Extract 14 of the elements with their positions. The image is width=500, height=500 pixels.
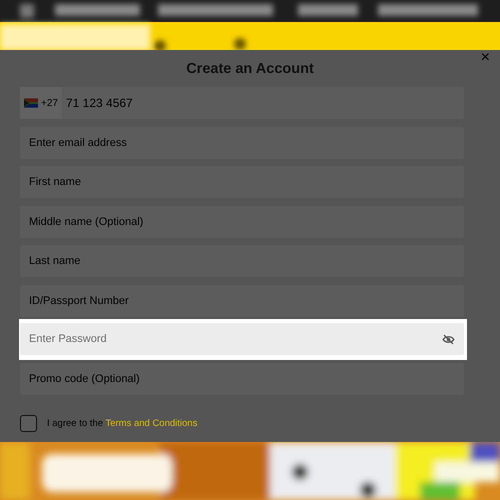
phone-number: 71 123 4567 [66, 96, 133, 110]
phone-field[interactable]: +27 71 123 4567 [20, 87, 464, 119]
input-field[interactable]: Last name [20, 245, 464, 277]
input-field[interactable]: ID/Passport Number [20, 284, 464, 316]
password-field[interactable]: Enter Password [20, 323, 464, 355]
terms-agreement-text: I agree to the Terms and Conditions [47, 418, 198, 429]
country-code-selector[interactable]: +27 [20, 87, 62, 119]
dialog-title: Create an Account [185, 61, 315, 77]
terms-link[interactable]: Terms and Conditions [105, 418, 198, 429]
close-button[interactable]: × [476, 49, 494, 67]
input-field[interactable]: Middle name (Optional) [20, 206, 464, 238]
input-field[interactable]: Enter email address [20, 126, 464, 158]
input-field[interactable]: Promo code (Optional) [20, 362, 464, 394]
input-field[interactable]: First name [20, 166, 464, 198]
